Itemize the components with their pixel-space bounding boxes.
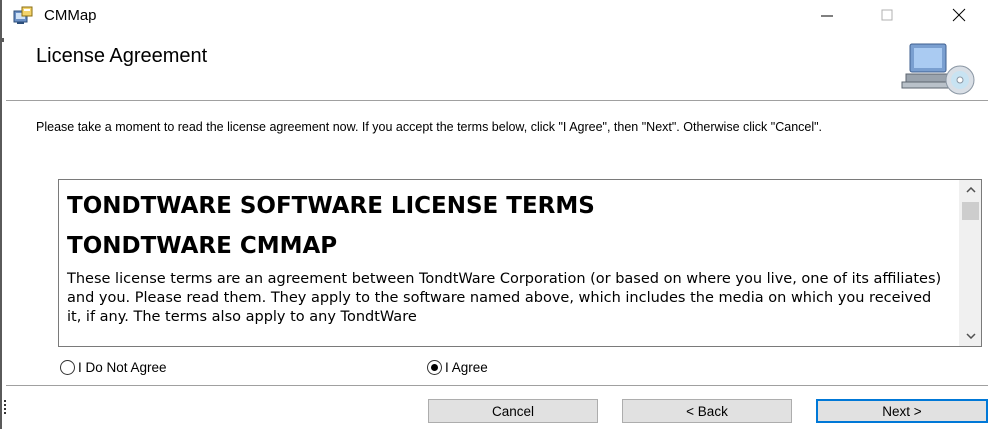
license-body: These license terms are an agreement bet… [67, 271, 942, 325]
license-text-box[interactable]: TONDTWARE SOFTWARE LICENSE TERMS TONDTWA… [58, 179, 982, 347]
window-title: CMMap [44, 7, 97, 24]
license-subheading: TONDTWARE CMMAP [67, 233, 338, 259]
footer-divider [6, 385, 988, 387]
radio-agree[interactable]: I Agree [427, 360, 488, 375]
wizard-header: License Agreement [6, 30, 988, 100]
cancel-button[interactable]: Cancel [428, 399, 598, 423]
maximize-icon [881, 9, 893, 21]
license-heading: TONDTWARE SOFTWARE LICENSE TERMS [67, 193, 595, 219]
header-divider [6, 100, 988, 102]
installer-icon [12, 5, 34, 25]
page-title: License Agreement [36, 45, 208, 67]
scroll-down-button[interactable] [960, 326, 981, 346]
radio-agree-label: I Agree [445, 360, 488, 375]
close-button[interactable] [936, 0, 982, 30]
chevron-up-icon [966, 187, 976, 193]
license-scrollbar[interactable] [959, 180, 981, 346]
computer-cd-icon [898, 40, 978, 96]
radio-do-not-agree[interactable]: I Do Not Agree [60, 360, 167, 375]
radio-disagree-circle[interactable] [60, 360, 75, 375]
instructions-text: Please take a moment to read the license… [36, 120, 823, 134]
close-icon [952, 8, 966, 22]
next-button[interactable]: Next > [816, 399, 988, 423]
scroll-up-button[interactable] [960, 180, 981, 200]
minimize-button[interactable] [804, 0, 850, 30]
radio-agree-circle[interactable] [427, 360, 442, 375]
edge-marker [2, 38, 4, 42]
radio-disagree-label: I Do Not Agree [78, 360, 167, 375]
title-bar[interactable]: CMMap [6, 0, 988, 30]
radio-selected-dot [431, 364, 438, 371]
license-content: TONDTWARE SOFTWARE LICENSE TERMS TONDTWA… [67, 186, 947, 327]
back-button[interactable]: < Back [622, 399, 792, 423]
window-left-edge [0, 0, 2, 429]
maximize-button[interactable] [864, 0, 910, 30]
minimize-icon [821, 15, 833, 17]
chevron-down-icon [966, 333, 976, 339]
footer-resize-mark [4, 400, 6, 414]
scroll-thumb[interactable] [962, 202, 979, 220]
